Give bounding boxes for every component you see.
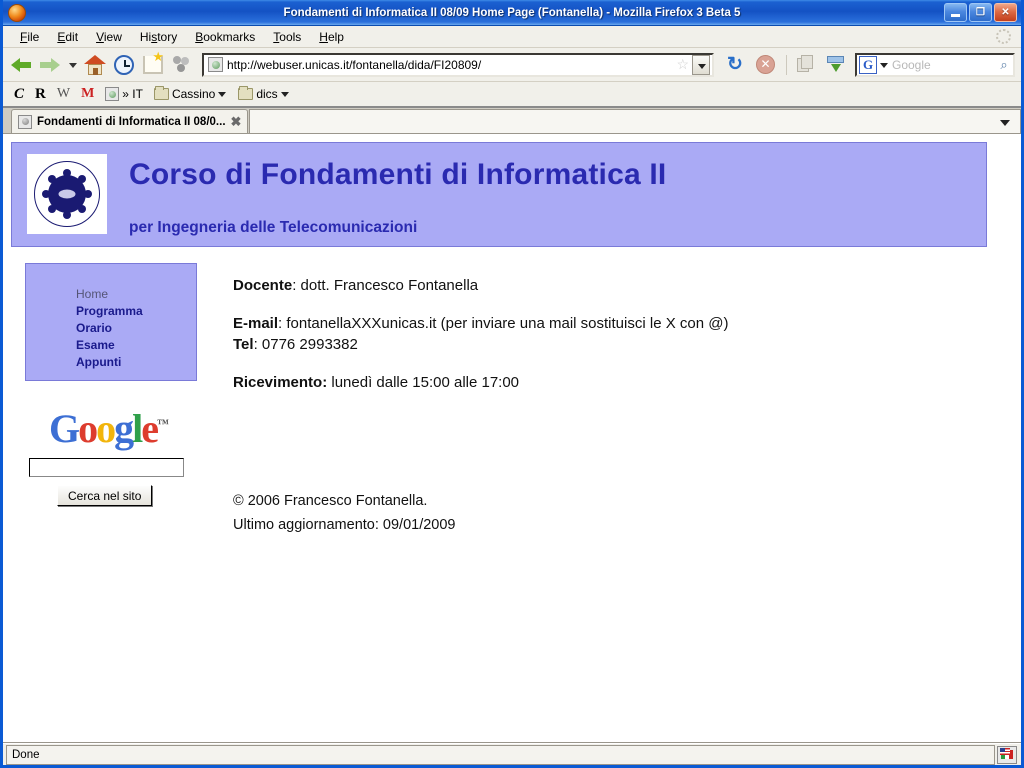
tab-list-chevron-icon[interactable] xyxy=(1000,117,1012,127)
window-controls: ❐ ✕ xyxy=(944,3,1021,22)
toolbar-separator xyxy=(786,54,787,75)
docente-line: Docente: dott. Francesco Fontanella xyxy=(233,275,1021,296)
stop-icon[interactable]: ✕ xyxy=(756,55,775,74)
address-dropdown-icon[interactable] xyxy=(692,54,710,75)
email-line: E-mail: fontanellaXXXunicas.it (per invi… xyxy=(233,313,1021,334)
home-icon[interactable] xyxy=(84,54,106,76)
tel-label: Tel xyxy=(233,336,254,353)
page-subtitle: per Ingegneria delle Telecomunicazioni xyxy=(129,218,418,236)
page-footer: © 2006 Francesco Fontanella. Ultimo aggi… xyxy=(233,489,1021,537)
tel-line: Tel: 0776 2993382 xyxy=(233,334,1021,355)
docente-value: : dott. Francesco Fontanella xyxy=(292,277,479,294)
sidebar-item-home[interactable]: Home xyxy=(76,286,196,303)
page-viewport: Corso di Fondamenti di Informatica II pe… xyxy=(3,134,1021,743)
sidebar-item-appunti[interactable]: Appunti xyxy=(76,354,196,371)
navigation-toolbar: http://webuser.unicas.it/fontanella/dida… xyxy=(3,48,1021,82)
forward-arrow-icon[interactable] xyxy=(38,52,64,78)
close-button[interactable]: ✕ xyxy=(994,3,1017,22)
university-crest xyxy=(27,154,107,234)
tab-strip-empty xyxy=(249,109,1021,133)
site-search-widget: Google™ Cerca nel sito xyxy=(25,409,223,506)
sidebar-nav: Home Programma Orario Esame Appunti xyxy=(25,263,197,381)
menu-help[interactable]: Help xyxy=(310,28,353,46)
tab-bar: Fondamenti di Informatica II 08/0... ✖ xyxy=(3,108,1021,134)
firefox-logo-icon xyxy=(8,3,26,22)
folder-icon xyxy=(238,86,254,100)
bookmark-item-c[interactable]: C xyxy=(9,84,29,105)
bookmark-star-icon-addressbar[interactable]: ☆ xyxy=(676,56,689,73)
toolbar-search-placeholder[interactable]: Google xyxy=(889,58,995,72)
menu-file[interactable]: File xyxy=(11,28,48,46)
bookmarks-toolbar: C R W M » IT Cassino dics xyxy=(3,82,1021,108)
bookmark-star-icon[interactable] xyxy=(143,49,164,74)
sidebar-item-programma[interactable]: Programma xyxy=(76,303,196,320)
title-bar: Fondamenti di Informatica II 08/09 Home … xyxy=(3,0,1021,26)
email-value: : fontanellaXXXunicas.it (per inviare un… xyxy=(278,315,729,332)
page-title: Corso di Fondamenti di Informatica II xyxy=(129,158,667,191)
menu-tools[interactable]: Tools xyxy=(264,28,310,46)
downloads-icon[interactable] xyxy=(826,55,846,75)
ricevimento-label: Ricevimento: xyxy=(233,374,328,391)
bookmark-folder-dics[interactable]: dics xyxy=(233,85,294,103)
main-content: Docente: dott. Francesco Fontanella E-ma… xyxy=(223,247,1021,537)
page-body: Home Programma Orario Esame Appunti Goog… xyxy=(3,247,1021,537)
minimize-button[interactable] xyxy=(944,3,967,22)
bookmark-item-w[interactable]: W xyxy=(52,84,75,104)
browser-window: Fondamenti di Informatica II 08/09 Home … xyxy=(0,0,1024,768)
site-search-input[interactable] xyxy=(29,458,184,477)
tab-favicon-icon xyxy=(18,114,32,129)
bookmark-item-it[interactable]: » IT xyxy=(100,85,148,103)
status-bar: Done xyxy=(3,743,1021,765)
chevron-down-icon[interactable] xyxy=(280,89,290,99)
web-page: Corso di Fondamenti di Informatica II pe… xyxy=(3,142,1021,537)
tab-close-icon[interactable]: ✖ xyxy=(231,114,242,130)
reload-icon[interactable]: ↻ xyxy=(724,54,746,76)
history-clock-icon[interactable] xyxy=(114,54,134,75)
feed-icon[interactable] xyxy=(173,55,191,74)
email-label: E-mail xyxy=(233,315,279,332)
google-engine-icon[interactable]: G xyxy=(859,55,877,74)
university-crest-icon xyxy=(34,161,100,227)
status-text: Done xyxy=(6,744,995,765)
menu-edit[interactable]: Edit xyxy=(48,28,87,46)
site-header-text: Corso di Fondamenti di Informatica II pe… xyxy=(107,143,666,246)
menu-bar: File Edit View History Bookmarks Tools H… xyxy=(3,26,1021,48)
menu-view[interactable]: View xyxy=(87,28,131,46)
google-logo: Google™ xyxy=(49,406,170,451)
ricevimento-line: Ricevimento: lunedì dalle 15:00 alle 17:… xyxy=(233,372,1021,393)
chevron-down-icon[interactable] xyxy=(67,52,79,78)
search-engine-chevron-icon[interactable] xyxy=(878,56,889,74)
back-arrow-icon[interactable] xyxy=(9,52,35,78)
tab-title: Fondamenti di Informatica II 08/0... xyxy=(37,115,226,128)
tab-active[interactable]: Fondamenti di Informatica II 08/0... ✖ xyxy=(11,109,249,133)
bookmark-item-gmail[interactable]: M xyxy=(76,84,99,104)
chevron-down-icon[interactable] xyxy=(218,89,227,99)
bookmark-item-r[interactable]: R xyxy=(30,84,51,105)
address-bar[interactable]: http://webuser.unicas.it/fontanella/dida… xyxy=(202,52,714,77)
sidebar-item-esame[interactable]: Esame xyxy=(76,337,196,354)
last-updated-text: Ultimo aggiornamento: 09/01/2009 xyxy=(233,517,456,533)
tel-value: : 0776 2993382 xyxy=(253,336,358,353)
language-flag-icon[interactable] xyxy=(997,745,1017,764)
site-header: Corso di Fondamenti di Informatica II pe… xyxy=(11,142,987,247)
site-search-button[interactable]: Cerca nel sito xyxy=(57,485,153,506)
url-text[interactable]: http://webuser.unicas.it/fontanella/dida… xyxy=(227,58,673,72)
ricevimento-value: lunedì dalle 15:00 alle 17:00 xyxy=(327,374,520,391)
restore-button[interactable]: ❐ xyxy=(969,3,992,22)
sidebar-item-orario[interactable]: Orario xyxy=(76,320,196,337)
search-magnifier-icon[interactable]: ⌕ xyxy=(995,57,1013,73)
window-title: Fondamenti di Informatica II 08/09 Home … xyxy=(283,6,741,19)
bookmark-favicon-icon xyxy=(105,87,120,101)
sidebar: Home Programma Orario Esame Appunti Goog… xyxy=(3,247,223,537)
page-favicon-icon xyxy=(208,57,223,72)
docente-label: Docente xyxy=(233,277,293,294)
menu-history[interactable]: History xyxy=(131,28,186,46)
bookmark-folder-cassino[interactable]: Cassino xyxy=(149,85,232,103)
throbber-icon xyxy=(996,29,1011,44)
pages-icon[interactable] xyxy=(797,54,817,75)
folder-icon xyxy=(153,86,169,100)
copyright-text: © 2006 Francesco Fontanella. xyxy=(233,493,428,509)
menu-bookmarks[interactable]: Bookmarks xyxy=(186,28,264,46)
toolbar-search-box[interactable]: G Google ⌕ xyxy=(855,52,1015,77)
